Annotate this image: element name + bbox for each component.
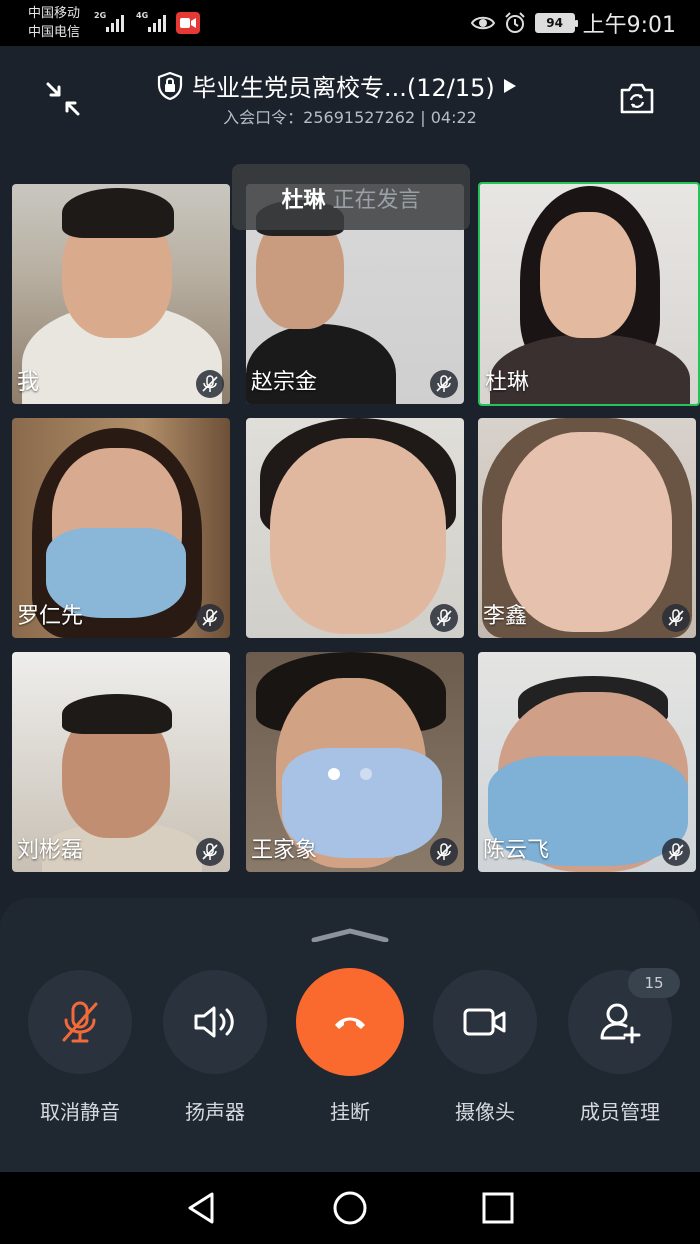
participant-name: 李鑫 — [483, 604, 528, 629]
video-tile-participant[interactable]: 李鑫 — [478, 418, 696, 638]
participant-name: 罗仁先 — [17, 604, 84, 629]
member-management-label: 成员管理 — [580, 1100, 660, 1124]
speaker-label: 扬声器 — [185, 1100, 245, 1124]
video-tile-active-speaker[interactable]: 杜琳 — [478, 182, 700, 406]
play-triangle-icon — [503, 78, 516, 93]
alarm-icon — [504, 12, 525, 33]
muted-mic-icon — [196, 604, 224, 632]
speaker-button[interactable]: 扬声器 — [161, 970, 269, 1125]
switch-camera-button[interactable] — [616, 80, 658, 118]
muted-mic-icon — [662, 604, 690, 632]
participant-name: 刘彬磊 — [17, 838, 84, 863]
video-tile-participant[interactable] — [246, 418, 464, 638]
hangup-phone-icon — [335, 1017, 365, 1029]
page-indicator — [328, 768, 372, 780]
muted-mic-icon — [196, 838, 224, 866]
speaking-banner: 杜琳 正在发言 — [232, 164, 470, 230]
speaking-status: 正在发言 — [332, 188, 421, 213]
meeting-title-row[interactable]: 毕业生党员离校专...(12/15) — [156, 68, 556, 103]
mic-muted-icon — [62, 1001, 98, 1043]
meeting-code-and-duration: 入会口令：25691527262 | 04:22 — [223, 108, 477, 127]
video-tile-participant[interactable]: 王家象 — [246, 652, 464, 872]
hangup-label: 挂断 — [330, 1100, 370, 1124]
lock-shield-icon — [157, 71, 183, 100]
camera-label: 摄像头 — [455, 1100, 515, 1124]
signal-icon — [106, 14, 124, 32]
meeting-title: 毕业生党员离校专...(12/15) — [192, 74, 495, 102]
eye-comfort-icon — [470, 16, 495, 30]
muted-mic-icon — [430, 370, 458, 398]
participant-name: 杜琳 — [485, 370, 530, 395]
control-panel: 取消静音 扬声器 挂断 摄像头 成员管理 — [0, 898, 700, 1172]
expand-handle-icon[interactable] — [310, 928, 390, 942]
video-tile-participant[interactable]: 陈云飞 — [478, 652, 696, 872]
clock: 上午9:01 — [582, 13, 676, 38]
member-count-badge: 15 — [628, 968, 680, 998]
status-bar: 中国移动 中国电信 2G 4G 94 上午9:01 — [0, 0, 700, 46]
network-type-1: 2G — [94, 11, 107, 20]
participant-name: 我 — [17, 370, 40, 395]
video-camera-icon — [463, 1008, 506, 1036]
meeting-header: 毕业生党员离校专...(12/15) 入会口令：25691527262 | 04… — [0, 46, 700, 146]
add-member-icon — [600, 1003, 641, 1044]
video-tile-participant[interactable]: 罗仁先 — [12, 418, 230, 638]
carrier-1: 中国移动 — [28, 6, 81, 21]
video-tile-self[interactable]: 我 — [12, 184, 230, 404]
recents-square-icon[interactable] — [480, 1190, 516, 1226]
speaker-name: 杜琳 — [281, 188, 326, 213]
participant-name: 陈云飞 — [483, 838, 550, 863]
switch-camera-icon — [620, 83, 654, 114]
unmute-button[interactable]: 取消静音 — [26, 970, 134, 1125]
screen-record-icon — [176, 12, 200, 34]
muted-mic-icon — [430, 838, 458, 866]
participant-name: 赵宗金 — [251, 370, 318, 395]
battery-indicator: 94 — [534, 13, 578, 33]
participant-name: 王家象 — [251, 838, 318, 863]
unmute-label: 取消静音 — [40, 1100, 120, 1124]
hangup-button[interactable]: 挂断 — [296, 968, 404, 1125]
muted-mic-icon — [430, 604, 458, 632]
camera-button[interactable]: 摄像头 — [431, 970, 539, 1125]
network-type-2: 4G — [136, 11, 149, 20]
muted-mic-icon — [662, 838, 690, 866]
video-tile-participant[interactable]: 刘彬磊 — [12, 652, 230, 872]
signal-icon-2 — [148, 14, 166, 32]
speaker-icon — [194, 1006, 234, 1038]
carrier-2: 中国电信 — [28, 25, 81, 40]
system-navigation-bar — [0, 1172, 700, 1244]
home-circle-icon[interactable] — [332, 1190, 368, 1226]
back-triangle-icon[interactable] — [184, 1190, 220, 1226]
muted-mic-icon — [196, 370, 224, 398]
